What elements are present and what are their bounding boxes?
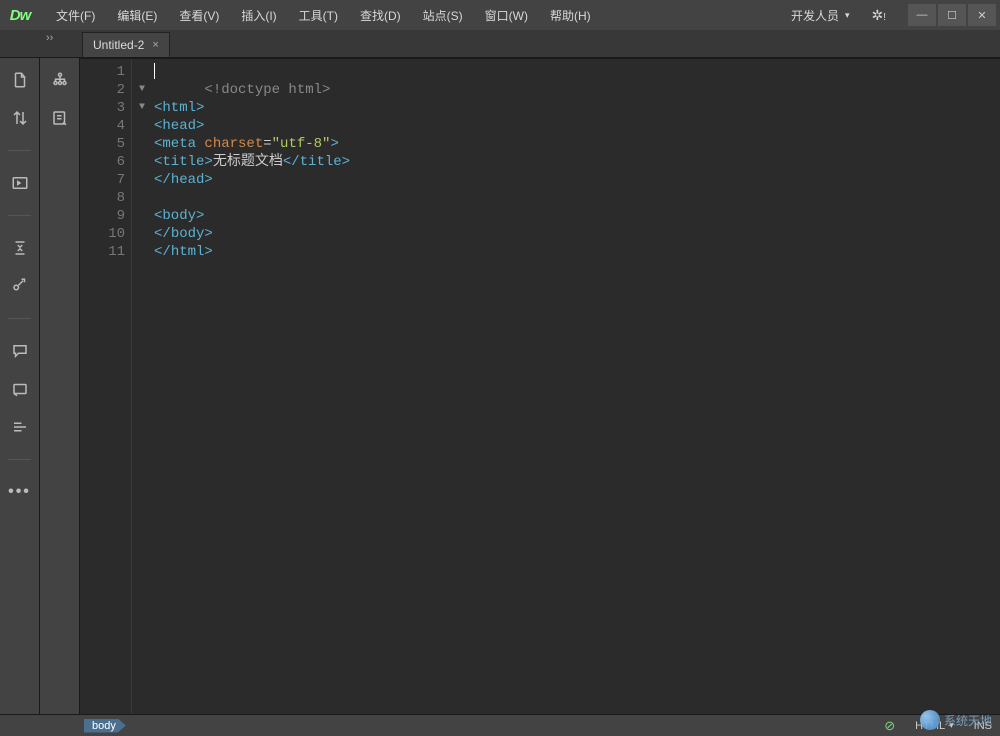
tag-breadcrumb[interactable]: body — [84, 719, 126, 733]
code-token: > — [196, 100, 204, 116]
code-token: head — [171, 172, 205, 188]
app-logo: Dw — [0, 0, 40, 30]
code-token: charset — [204, 136, 263, 152]
line-number: 4 — [80, 117, 131, 135]
code-token: > — [204, 172, 212, 188]
menu-file[interactable]: 文件(F) — [46, 3, 105, 28]
menu-help[interactable]: 帮助(H) — [540, 3, 601, 28]
dom-panel-icon[interactable] — [48, 68, 72, 92]
line-number: 5 — [80, 135, 131, 153]
close-tab-icon[interactable]: × — [152, 39, 158, 51]
menu-find[interactable]: 查找(D) — [350, 3, 411, 28]
code-token: <!doctype html> — [204, 82, 330, 98]
language-label: HTML — [915, 720, 945, 732]
snippets-panel-icon[interactable] — [48, 106, 72, 130]
code-token: body — [162, 208, 196, 224]
code-token: > — [330, 136, 338, 152]
expand-panels-icon[interactable] — [8, 106, 32, 130]
menu-site[interactable]: 站点(S) — [413, 3, 473, 28]
code-token: </ — [283, 154, 300, 170]
insert-mode[interactable]: INS — [974, 720, 992, 732]
language-mode[interactable]: HTML ▾ — [909, 720, 959, 732]
panel-rail — [40, 58, 80, 714]
format-icon[interactable] — [8, 415, 32, 439]
menu-edit[interactable]: 编辑(E) — [107, 3, 167, 28]
no-errors-icon[interactable]: ⊘ — [884, 718, 895, 734]
close-button[interactable]: ✕ — [968, 4, 996, 26]
code-token: </ — [154, 172, 171, 188]
minimize-button[interactable]: — — [908, 4, 936, 26]
workspace-label: 开发人员 — [791, 7, 839, 24]
document-tab-label: Untitled-2 — [93, 38, 144, 52]
chevron-down-icon: ▾ — [845, 10, 850, 21]
preview-icon[interactable] — [8, 377, 32, 401]
code-token: = — [263, 136, 271, 152]
code-token: 无标题文档 — [213, 154, 283, 170]
code-token: meta — [162, 136, 196, 152]
gutter: 1 2 3 4 5 6 7 8 9 10 11 — [80, 59, 132, 714]
line-number: 1 — [80, 63, 131, 81]
code-area[interactable]: <!doctype html> <html> <head> <meta char… — [132, 59, 1000, 714]
chevron-down-icon: ▾ — [949, 720, 954, 731]
line-number: 8 — [80, 189, 131, 207]
maximize-button[interactable]: ☐ — [938, 4, 966, 26]
main-menu: 文件(F) 编辑(E) 查看(V) 插入(I) 工具(T) 查找(D) 站点(S… — [46, 3, 601, 28]
titlebar-right: 开发人员 ▾ ✲! — ☐ ✕ — [781, 3, 996, 28]
more-tools-icon[interactable]: ••• — [8, 480, 32, 504]
separator — [8, 318, 31, 319]
separator — [8, 150, 31, 151]
line-number: 9 — [80, 207, 131, 225]
main-area: ••• 1 2 3 4 5 6 7 8 9 10 11 <!doctype ht… — [0, 58, 1000, 714]
line-number: 3 — [80, 99, 131, 117]
code-token: "utf-8" — [272, 136, 331, 152]
document-tab-strip: ›› Untitled-2 × — [0, 30, 1000, 58]
unsaved-indicator: ›› — [46, 32, 53, 44]
code-token: body — [171, 226, 205, 242]
code-token: > — [342, 154, 350, 170]
line-number: 6 — [80, 153, 131, 171]
line-number: 2 — [80, 81, 131, 99]
code-token: > — [196, 208, 204, 224]
titlebar: Dw 文件(F) 编辑(E) 查看(V) 插入(I) 工具(T) 查找(D) 站… — [0, 0, 1000, 30]
line-number: 11 — [80, 243, 131, 261]
menu-view[interactable]: 查看(V) — [169, 3, 229, 28]
window-controls: — ☐ ✕ — [908, 4, 996, 26]
live-view-icon[interactable] — [8, 171, 32, 195]
menu-window[interactable]: 窗口(W) — [475, 3, 538, 28]
collapse-icon[interactable] — [8, 236, 32, 260]
text-caret — [154, 63, 155, 79]
workspace-selector[interactable]: 开发人员 ▾ — [781, 3, 860, 28]
file-manage-icon[interactable] — [8, 68, 32, 92]
code-token: > — [204, 226, 212, 242]
toolbar-rail: ••• — [0, 58, 40, 714]
code-token: > — [204, 244, 212, 260]
menu-tools[interactable]: 工具(T) — [289, 3, 348, 28]
separator — [8, 459, 31, 460]
code-token: </ — [154, 244, 171, 260]
code-token: </ — [154, 226, 171, 242]
separator — [8, 215, 31, 216]
comment-icon[interactable] — [8, 339, 32, 363]
sync-settings-icon[interactable]: ✲! — [865, 3, 892, 28]
code-token: > — [204, 154, 212, 170]
wrap-icon[interactable] — [8, 274, 32, 298]
code-token: html — [171, 244, 205, 260]
code-token: > — [196, 118, 204, 134]
code-token: title — [162, 154, 204, 170]
menu-insert[interactable]: 插入(I) — [231, 3, 286, 28]
line-number: 10 — [80, 225, 131, 243]
code-editor[interactable]: 1 2 3 4 5 6 7 8 9 10 11 <!doctype html> … — [80, 58, 1000, 714]
status-right: ⊘ HTML ▾ INS — [884, 718, 992, 734]
line-number: 7 — [80, 171, 131, 189]
document-tab[interactable]: Untitled-2 × — [82, 32, 170, 57]
status-bar: body ⊘ HTML ▾ INS — [0, 714, 1000, 736]
code-token: title — [300, 154, 342, 170]
code-token: html — [162, 100, 196, 116]
code-token: head — [162, 118, 196, 134]
